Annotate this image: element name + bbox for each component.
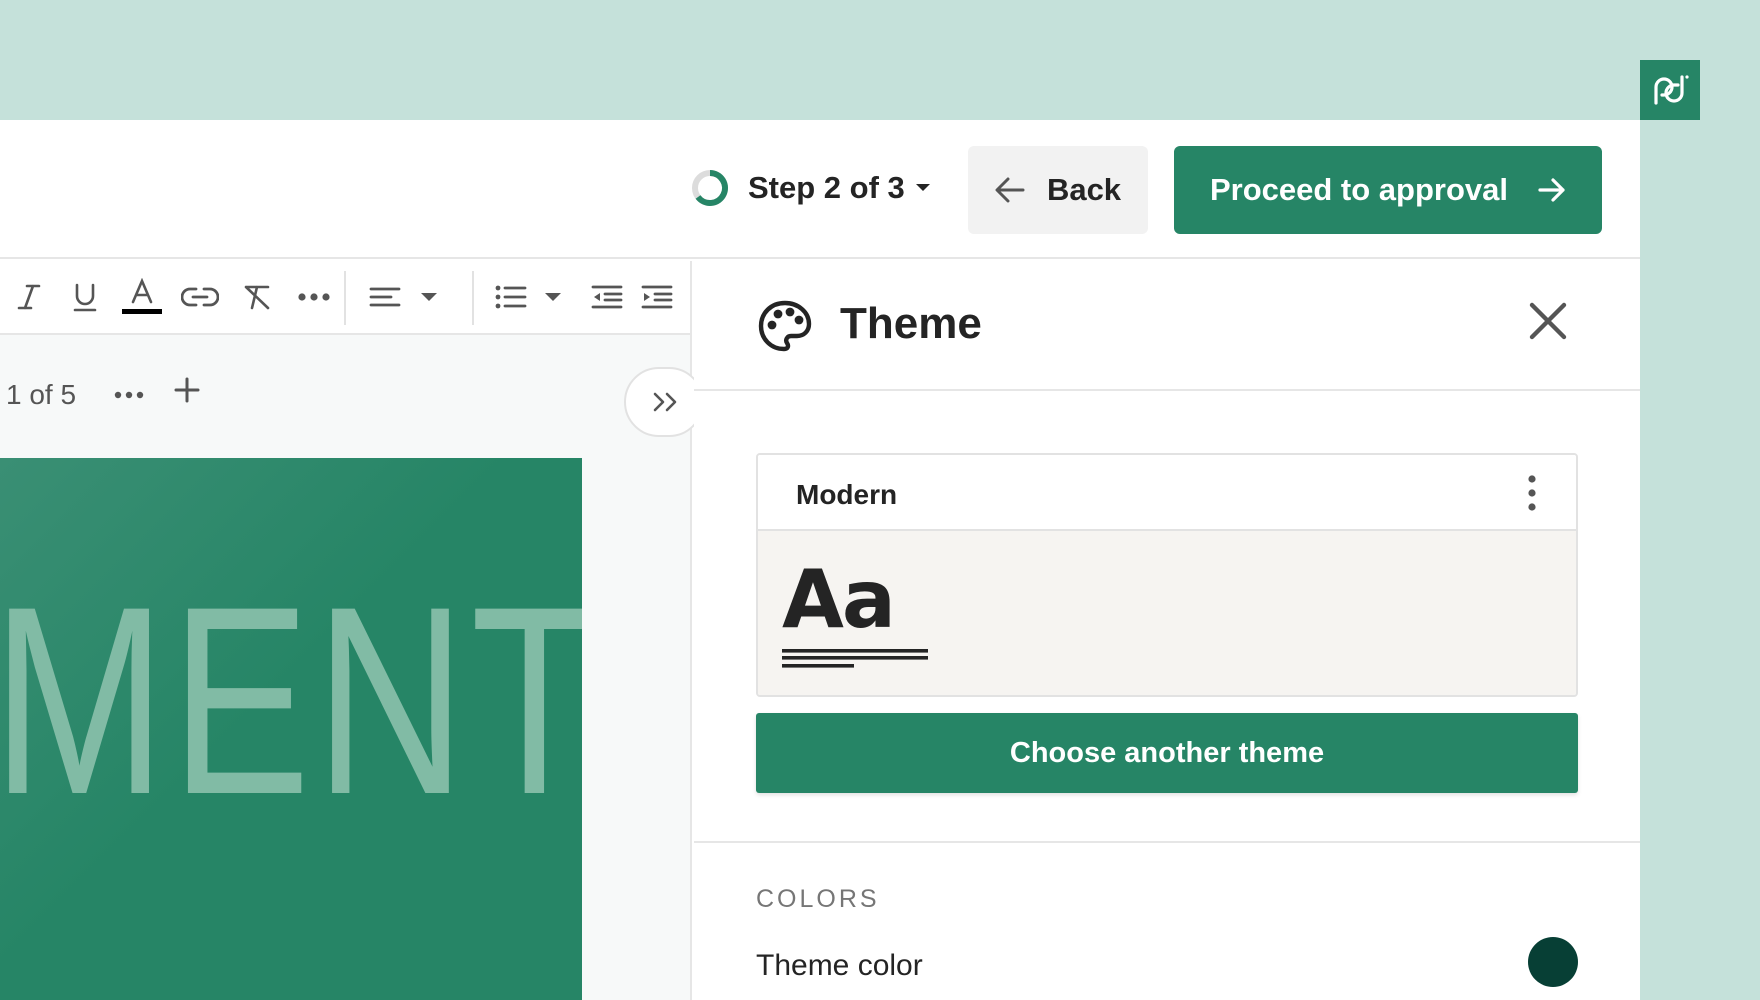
collapse-panel-button[interactable] — [624, 367, 704, 437]
more-icon — [114, 391, 144, 399]
colors-section-heading: COLORS — [756, 885, 880, 913]
document-editor: 1 of 5 MENT — [0, 261, 704, 1000]
underline-icon — [73, 283, 97, 312]
link-icon — [181, 287, 219, 307]
theme-preview-text: Aa — [782, 553, 896, 646]
more-icon — [298, 293, 330, 301]
pandadoc-logo — [1640, 60, 1700, 120]
theme-name: Modern — [796, 479, 898, 510]
close-icon[interactable] — [1528, 301, 1568, 341]
text-color-button[interactable] — [122, 277, 162, 317]
italic-icon — [17, 284, 41, 310]
plus-icon — [174, 377, 200, 403]
page-navigator: 1 of 5 — [0, 335, 704, 459]
clear-format-button[interactable] — [240, 277, 274, 317]
step-label: Step 2 of 3 — [748, 170, 905, 205]
arrow-left-icon — [995, 177, 1025, 203]
list-icon — [495, 285, 561, 309]
link-button[interactable] — [180, 277, 220, 317]
theme-preview: Aa — [758, 531, 1576, 695]
toolbar-divider — [344, 271, 346, 325]
panel-title: Theme — [840, 299, 982, 348]
double-chevron-right-icon — [653, 392, 677, 412]
format-toolbar — [0, 261, 690, 335]
kebab-menu-icon[interactable] — [1526, 475, 1538, 511]
proceed-to-approval-button[interactable]: Proceed to approval — [1174, 146, 1602, 234]
align-left-icon — [369, 287, 437, 307]
indent-button[interactable] — [640, 277, 674, 317]
arrow-right-icon — [1538, 178, 1565, 202]
theme-panel: Theme Modern Aa Choose another theme COL… — [694, 261, 1640, 1000]
text-lines-graphic — [782, 649, 928, 668]
step-indicator[interactable]: Step 2 of 3 — [690, 166, 931, 210]
section-divider — [694, 841, 1640, 843]
back-button[interactable]: Back — [968, 146, 1148, 234]
theme-color-swatch[interactable] — [1528, 937, 1578, 987]
outdent-button[interactable] — [590, 277, 624, 317]
theme-card-header: Modern — [758, 455, 1576, 531]
align-dropdown[interactable] — [368, 277, 442, 317]
pd-logo-icon — [1654, 75, 1689, 105]
page-more-button[interactable] — [114, 387, 144, 405]
underline-button[interactable] — [68, 277, 102, 317]
add-page-button[interactable] — [174, 377, 200, 408]
app-window: Step 2 of 3 Back Proceed to approval 1 o… — [0, 120, 1640, 1000]
choose-another-theme-button[interactable]: Choose another theme — [756, 713, 1578, 793]
toolbar-divider — [472, 271, 474, 325]
clear-format-icon — [244, 285, 270, 310]
page-count: 1 of 5 — [6, 379, 77, 410]
choose-theme-label: Choose another theme — [1009, 736, 1325, 769]
italic-button[interactable] — [12, 277, 46, 317]
progress-ring-icon — [692, 170, 728, 206]
slide-preview[interactable]: MENT — [0, 458, 582, 1000]
indent-icon — [641, 285, 673, 309]
theme-card: Modern Aa — [756, 453, 1578, 697]
panel-header: Theme — [694, 261, 1640, 391]
back-label: Back — [1046, 172, 1122, 207]
palette-icon — [758, 300, 812, 352]
outdent-icon — [591, 285, 623, 309]
top-header: Step 2 of 3 Back Proceed to approval — [0, 120, 1640, 259]
text-color-icon — [122, 278, 162, 314]
caret-down-icon — [915, 184, 930, 191]
list-dropdown[interactable] — [494, 277, 564, 317]
more-options-button[interactable] — [294, 277, 334, 317]
proceed-label: Proceed to approval — [1209, 172, 1509, 207]
slide-heading: MENT — [0, 550, 582, 850]
theme-color-label: Theme color — [756, 949, 923, 982]
